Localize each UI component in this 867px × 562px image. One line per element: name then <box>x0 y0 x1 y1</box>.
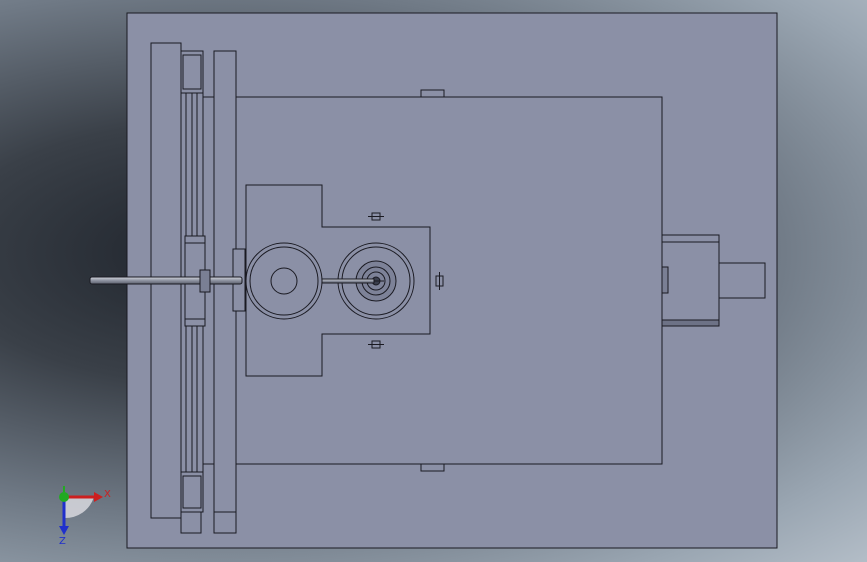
cad-viewport[interactable]: X Z <box>0 0 867 562</box>
coordinate-triad: X Z <box>59 486 111 547</box>
z-axis-label: Z <box>59 536 66 547</box>
right-bracket-bottom-lip <box>661 319 720 327</box>
top-tab <box>420 89 445 98</box>
left-rail-top-block <box>180 50 204 94</box>
inner-rail-foot <box>213 511 237 534</box>
shaft-collar <box>199 269 211 293</box>
bottom-tab <box>420 463 445 472</box>
right-motor-block <box>718 262 766 299</box>
inner-shaft <box>321 278 375 284</box>
y-axis-dot <box>59 492 69 502</box>
long-shaft <box>89 276 243 285</box>
triad-xy-arc <box>64 497 94 519</box>
z-axis-arrowhead <box>59 526 69 535</box>
x-axis-label: X <box>104 489 111 500</box>
left-rail-foot <box>180 511 202 534</box>
right-bracket-shaft-stub <box>661 266 669 294</box>
cad-model <box>89 12 778 549</box>
left-roller-hub <box>270 267 298 295</box>
left-rail-bottom-block <box>180 471 204 513</box>
right-bracket <box>661 234 720 327</box>
x-axis-arrowhead <box>94 492 103 502</box>
